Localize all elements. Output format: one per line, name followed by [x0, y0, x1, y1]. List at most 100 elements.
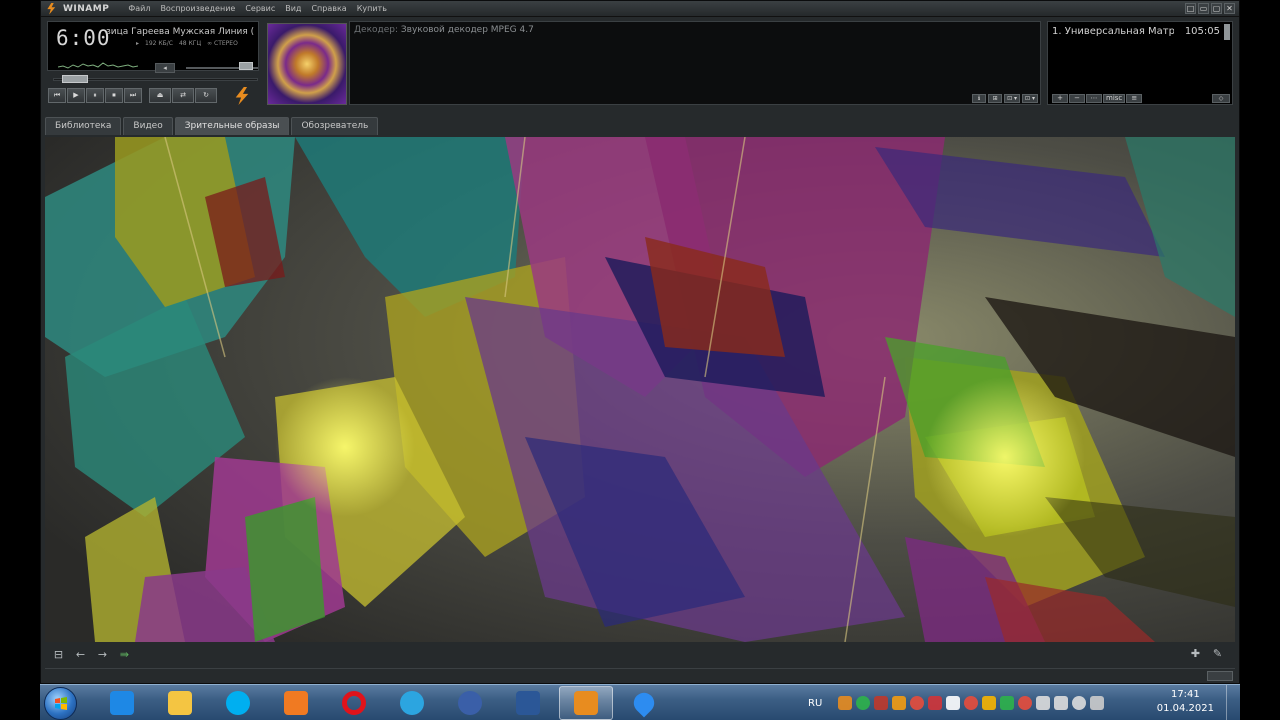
previous-preset-icon[interactable]: ← — [73, 649, 88, 661]
playlist-buttons: + − ⋯ misc ≡ — [1052, 94, 1143, 103]
tray-icon[interactable] — [1000, 696, 1015, 710]
tray-icon[interactable] — [1072, 696, 1087, 710]
bitrate-value: 192 КБ/С — [145, 40, 173, 47]
next-preset-icon[interactable]: → — [95, 649, 110, 661]
tray-icon[interactable] — [874, 696, 889, 710]
maximize-button[interactable]: ▢ — [1211, 3, 1222, 14]
playlist-panel: 1. Универсальная Матриц... 105:05 + − ⋯ … — [1047, 21, 1233, 105]
repeat-button[interactable]: ↻ — [195, 88, 217, 103]
taskbar-app-internet-explorer[interactable] — [95, 686, 149, 720]
taskbar-app-skype[interactable] — [211, 686, 265, 720]
winamp-bolt-icon[interactable] — [235, 87, 249, 105]
info-button[interactable]: ℹ — [972, 94, 987, 103]
resize-handle[interactable] — [1207, 671, 1233, 681]
minimize-button[interactable]: ▭ — [1198, 3, 1209, 14]
clock[interactable]: 17:41 01.04.2021 — [1157, 688, 1214, 716]
mini-visualizer[interactable] — [58, 60, 138, 70]
tray-icon[interactable] — [928, 696, 943, 710]
tray-icon[interactable] — [910, 696, 925, 710]
volume-knob[interactable] — [238, 62, 253, 70]
panel-menu-button-2[interactable]: ⊡ ▾ — [1022, 94, 1038, 103]
stop-button[interactable]: ⏹ — [105, 88, 123, 103]
playlist-select-button[interactable]: ⋯ — [1086, 94, 1102, 103]
show-desktop-button[interactable] — [1226, 685, 1240, 720]
tray-icon[interactable] — [838, 696, 853, 710]
play-button[interactable]: ▶ — [67, 88, 85, 103]
seek-knob[interactable] — [62, 75, 88, 83]
tray-icon[interactable] — [964, 696, 979, 710]
visualization-toolbar-right: ✚ ✎ — [1188, 648, 1225, 660]
taskbar-app-file-explorer[interactable] — [153, 686, 207, 720]
transport-controls: ⏮ ▶ ⏸ ⏹ ⏭ ⏏ ⇄ ↻ — [48, 88, 217, 103]
stream-info: ▸ 192 КБ/С 48 КГЦ ∞ СТЕРЕО — [136, 40, 238, 47]
random-preset-icon[interactable]: ⇛ — [117, 649, 132, 661]
decoder-value: Звуковой декодер MPEG 4.7 — [400, 25, 534, 35]
tray-icon[interactable] — [1036, 696, 1051, 710]
system-tray: RU — [808, 685, 1105, 720]
taskbar-app-media-player[interactable] — [269, 686, 323, 720]
close-button[interactable]: ✕ — [1224, 3, 1235, 14]
windows-logo-icon — [55, 697, 67, 710]
shade-button[interactable]: □ — [1185, 3, 1196, 14]
tray-icon[interactable] — [892, 696, 907, 710]
time-display[interactable]: 6:00 — [56, 26, 111, 50]
tab-visualization[interactable]: Зрительные образы — [174, 117, 290, 135]
settings-wrench-icon[interactable]: ✎ — [1210, 648, 1225, 660]
next-button[interactable]: ⏭ — [124, 88, 142, 103]
fullscreen-icon[interactable]: ⊟ — [51, 649, 66, 661]
playlist-item[interactable]: 1. Универсальная Матриц... 105:05 — [1052, 26, 1220, 37]
playlist-add-button[interactable]: + — [1052, 94, 1068, 103]
pause-button[interactable]: ⏸ — [86, 88, 104, 103]
tab-library[interactable]: Библиотека — [45, 117, 122, 135]
plugin-icon[interactable]: ✚ — [1188, 648, 1203, 660]
player-panel: 6:00 зица Гареева Мужская Линия ( ▸ 192 … — [45, 19, 260, 109]
playlist-list-button[interactable]: ≡ — [1126, 94, 1143, 103]
eject-button[interactable]: ⏏ — [149, 88, 171, 103]
title-bar: WINAMP Файл Воспроизведение Сервис Вид С… — [41, 1, 1239, 17]
menu-view[interactable]: Вид — [280, 4, 306, 13]
taskbar-app-telegram[interactable] — [385, 686, 439, 720]
menu-file[interactable]: Файл — [123, 4, 155, 13]
tray-icon[interactable] — [1018, 696, 1033, 710]
start-button[interactable] — [44, 687, 77, 720]
song-title-scroll[interactable]: зица Гареева Мужская Линия ( — [106, 27, 256, 37]
info-panel: Декодер: Звуковой декодер MPEG 4.7 ℹ ⊞ ⊡… — [349, 21, 1041, 105]
decoder-info: Декодер: Звуковой декодер MPEG 4.7 — [354, 25, 534, 35]
previous-button[interactable]: ⏮ — [48, 88, 66, 103]
playlist-remove-button[interactable]: − — [1069, 94, 1085, 103]
skype-icon — [226, 691, 250, 715]
playlist-item-title: 1. Универсальная Матриц... — [1052, 26, 1174, 37]
samplerate-value: 48 КГЦ — [178, 40, 202, 47]
mute-button[interactable]: ◂ — [155, 63, 175, 73]
taskbar-app-winamp[interactable] — [559, 686, 613, 720]
menu-tools[interactable]: Сервис — [240, 4, 280, 13]
tab-video[interactable]: Видео — [123, 117, 173, 135]
tab-browser[interactable]: Обозреватель — [291, 117, 379, 135]
taskbar-app-word[interactable] — [501, 686, 555, 720]
tray-icon[interactable] — [1090, 696, 1105, 710]
visualization-canvas[interactable] — [45, 137, 1235, 642]
menu-playback[interactable]: Воспроизведение — [155, 4, 240, 13]
bottom-status-strip — [45, 668, 1235, 680]
language-indicator[interactable]: RU — [808, 698, 822, 709]
panel-menu-button[interactable]: ⊡ ▾ — [1004, 94, 1021, 103]
playlist-scrollbar[interactable] — [1224, 24, 1230, 40]
playlist-options-button[interactable]: ◇ — [1212, 94, 1230, 103]
shuffle-button[interactable]: ⇄ — [172, 88, 194, 103]
menu-bar: Файл Воспроизведение Сервис Вид Справка … — [123, 4, 392, 13]
tray-icon[interactable] — [856, 696, 871, 710]
menu-buy[interactable]: Купить — [352, 4, 392, 13]
taskbar-app-heart-app[interactable] — [617, 686, 671, 720]
menu-help[interactable]: Справка — [306, 4, 351, 13]
heart-app-icon — [629, 688, 659, 718]
cover-button[interactable]: ⊞ — [988, 94, 1003, 103]
tray-icon[interactable] — [982, 696, 997, 710]
taskbar-app-vpn[interactable] — [443, 686, 497, 720]
tray-icon[interactable] — [1054, 696, 1069, 710]
playlist-misc-button[interactable]: misc — [1103, 94, 1126, 103]
album-art[interactable] — [267, 23, 347, 105]
tray-icon[interactable] — [946, 696, 961, 710]
visualization-image — [45, 137, 1235, 642]
taskbar-app-opera[interactable] — [327, 686, 381, 720]
internet-explorer-icon — [110, 691, 134, 715]
